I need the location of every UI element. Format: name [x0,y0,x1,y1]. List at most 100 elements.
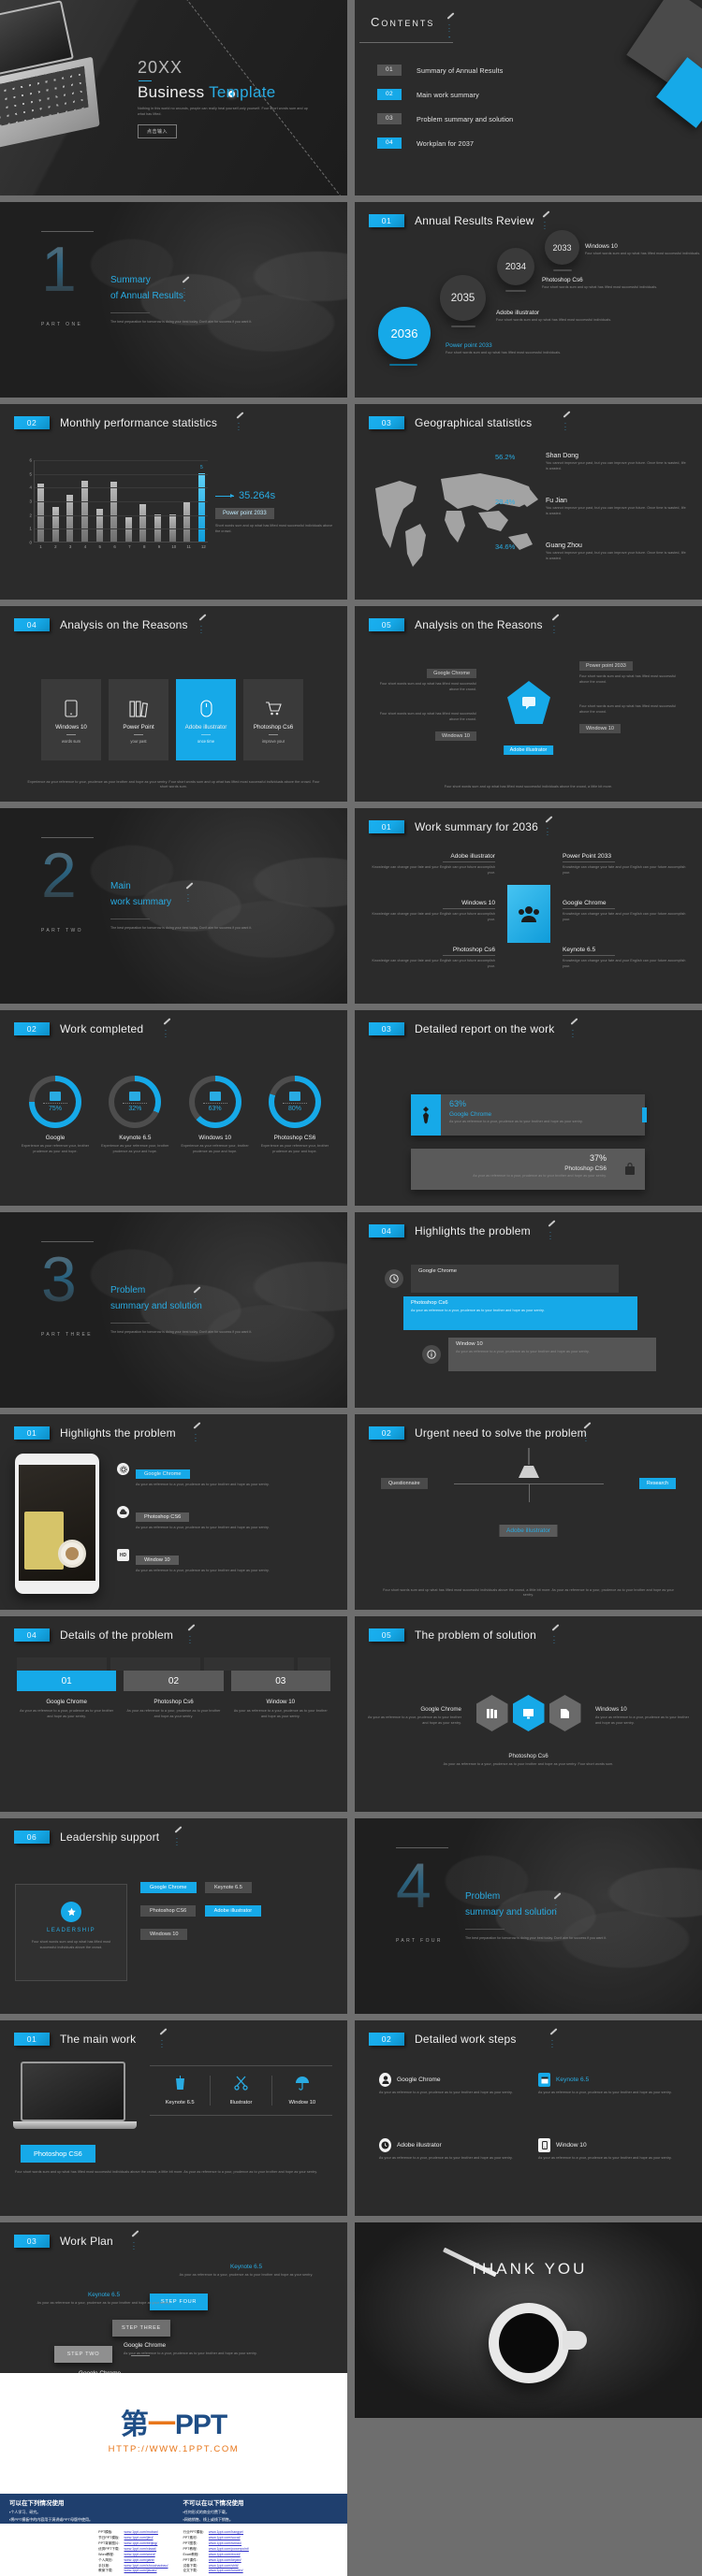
contents-item-2[interactable]: 02 Main work summary [377,82,611,107]
chart-bar[interactable] [154,514,161,542]
slide-reasons-cards[interactable]: 04 Analysis on the Reasons .: Windows 10… [0,606,347,802]
ws-name-3: Windows 10 [461,900,495,906]
ws-underline [443,908,495,909]
chart-bar[interactable] [110,482,118,542]
decor-dots: .: [195,1430,197,1444]
slide-detailed-steps[interactable]: 02 Detailed work steps .: Google Chrome … [355,2020,702,2216]
main-work-icon-2[interactable]: Illustrator [210,2076,271,2106]
reason-card-4[interactable]: Photoshop Cs6 improve your [243,679,303,760]
reason-tag-2[interactable]: Power point 2033 [579,661,633,671]
urgent-left-box[interactable]: Questionnaire [381,1478,428,1489]
donut-item[interactable]: 80% Photoshop CS6 Experience as your refer… [258,1076,331,1154]
step-item-1[interactable]: Google Chrome As your as reference to a … [379,2073,519,2096]
slide-geographical[interactable]: 03 Geographical statistics .: 56.2% Shan… [355,404,702,600]
slide-work-summary[interactable]: 01 Work summary for 2036 .: Adobe illust… [355,808,702,1004]
contents-item-1[interactable]: 01 Summary of Annual Results [377,58,611,82]
donut-item[interactable]: 63% Windows 10 Experience as your referenc… [179,1076,252,1154]
chart-bar[interactable]: 5 [197,465,205,542]
slide-thank-you[interactable]: THANK YOU [355,2222,702,2418]
reason-tag-4b[interactable]: Windows 10 [579,724,621,734]
donut-item[interactable]: 32% Keynote 6.5 Experience as your referen… [98,1076,171,1154]
reason-tag-3[interactable]: Windows 10 [435,731,476,742]
slide-highlights-phone[interactable]: 01 Highlights the problem .: Google Chro… [0,1414,347,1610]
contents-item-3[interactable]: 03 Problem summary and solution [377,107,611,131]
reason-card-3[interactable]: Adobe illustrator once time [176,679,236,760]
review-circle-2036[interactable]: 2036 [378,307,431,359]
report-row-2[interactable]: 37% Photoshop CS6 As your as reference t… [411,1149,645,1190]
plan-step-2[interactable]: STEP TWO [54,2346,112,2363]
reason-card-2[interactable]: Power Point your past [109,679,168,760]
hex-doc[interactable] [548,1695,581,1731]
phone-item-3[interactable]: HD Window 10 As your as reference to a y… [117,1549,321,1574]
slide-detailed-report[interactable]: 03 Detailed report on the work .: 63% Go… [355,1010,702,1206]
main-work-icon-3[interactable]: Window 10 [271,2076,332,2106]
slide-cover[interactable]: 20XX Business Template Nothing in this w… [0,0,347,195]
review-circle-2034[interactable]: 2034 [497,248,534,285]
report-row-1[interactable]: 63% Google Chrome As your as reference t… [411,1094,647,1136]
plan-step-3[interactable]: STEP THREE [112,2320,170,2337]
leadership-tag-4[interactable]: Adobe illustrator [204,1905,262,1917]
slide-annual-review[interactable]: 01 Annual Results Review .: 2033 Windows… [355,202,702,398]
slide-contents[interactable]: Contents .:- 01 Summary of Annual Result… [355,0,702,195]
slide-monthly-performance[interactable]: 02 Monthly performance statistics .: 012… [0,404,347,600]
step-item-2[interactable]: Keynote 6.5 As your as reference to a yo… [538,2073,679,2096]
reason-tag-active[interactable]: Adobe illustrator [503,745,554,755]
problem-col-2[interactable]: 02 Photoshop Cs6 As your as reference to… [124,1671,224,1719]
slide-problem-details[interactable]: 04 Details of the problem .: 01 Google C… [0,1616,347,1812]
reason-card-1[interactable]: Windows 10 words sum [41,679,101,760]
chart-bar[interactable] [80,481,88,542]
step-item-3[interactable]: Adobe illustrator As your as reference t… [379,2138,519,2162]
slide-work-completed[interactable]: 02 Work completed .: 75% Google Experience… [0,1010,347,1206]
leadership-tag-2[interactable]: Keynote 6.5 [204,1882,252,1893]
slide-section-four[interactable]: 4 PART FOUR Problem summary and solution… [355,1818,702,2014]
highlight-row-2[interactable]: Photoshop Cs6 As your as reference to a … [403,1296,637,1330]
highlight-row-1[interactable]: Google Chrome [385,1265,619,1293]
cover-button[interactable]: 点击输入 [138,123,178,138]
decor-dots: .: [133,2238,135,2252]
slide-reasons-pentagon[interactable]: 05 Analysis on the Reasons .: Google Chr… [355,606,702,802]
slide-section-three[interactable]: 3 PART THREE Problem summary and solutio… [0,1212,347,1408]
donut-item[interactable]: 75% Google Experience as your reference yo… [19,1076,92,1154]
phone-item-2[interactable]: Photoshop CS6 As your as reference to a … [117,1506,321,1531]
urgent-right-box[interactable]: Research [638,1478,676,1489]
urgent-center-box[interactable]: Adobe illustrator [499,1525,558,1537]
footer-link-url[interactable]: www.1ppt.com/jiaoan/ [124,2569,168,2574]
slide-main-work[interactable]: 01 The main work .: Keynote 6.5 Illustra… [0,2020,347,2216]
leadership-card-title: LEADERSHIP [46,1928,95,1933]
slide-problem-solution[interactable]: 05 The problem of solution .: Google Chr… [355,1616,702,1812]
hex-books[interactable] [475,1695,508,1731]
chart-bar[interactable] [168,514,176,542]
reason-item-3: Four short words sum and up what has lif… [375,712,476,742]
highlight-row-3[interactable]: Window 10 As your as reference to a your… [422,1338,656,1371]
chart-bar[interactable] [139,503,147,542]
slide-leadership[interactable]: 06 Leadership support .: LEADERSHIP Four… [0,1818,347,2014]
cover-year: 20XX [138,58,183,77]
chart-bar[interactable] [183,500,191,542]
slide-title: Analysis on the Reasons [60,618,188,631]
slide-highlights-list[interactable]: 04 Highlights the problem .: Google Chro… [355,1212,702,1408]
leadership-tag-1[interactable]: Google Chrome [140,1882,197,1893]
chart-bar[interactable] [95,508,103,542]
chart-bar[interactable] [37,484,44,542]
hex-monitor[interactable] [512,1695,545,1731]
main-work-icon-1[interactable]: Keynote 6.5 [150,2076,210,2106]
leadership-tag-3[interactable]: Photoshop CS6 [140,1905,197,1917]
slide-header: 04 Highlights the problem [369,1224,531,1237]
chart-bar[interactable] [51,507,59,542]
problem-col-1[interactable]: 01 Google Chrome As your as reference to… [17,1671,117,1719]
slide-section-one[interactable]: 1 PART ONE Summary of Annual Results .:-… [0,202,347,398]
step-item-4[interactable]: Window 10 As your as reference to a your… [538,2138,679,2162]
review-circle-2035[interactable]: 2035 [440,275,486,321]
review-circle-2033[interactable]: 2033 [545,230,579,265]
problem-col-3[interactable]: 03 Window 10 As your as reference to a y… [230,1671,330,1719]
phone-item-1[interactable]: Google Chrome As your as reference to a … [117,1463,321,1488]
brand-url[interactable]: HTTP://WWW.1PPT.COM [0,2444,347,2454]
footer-link-url[interactable]: www.1ppt.com/powerpoint/ [209,2547,249,2553]
reason-tag-1[interactable]: Google Chrome [427,669,476,678]
slide-urgent[interactable]: 02 Urgent need to solve the problem .: Q… [355,1414,702,1610]
footer-link-url[interactable]: www.1ppt.com/lunwen/ [209,2569,249,2574]
main-work-tag[interactable]: Photoshop CS6 [21,2145,95,2163]
contents-item-4[interactable]: 04 Workplan for 2037 [377,131,611,155]
leadership-tag-5[interactable]: Windows 10 [140,1929,188,1940]
slide-section-two[interactable]: 2 PART TWO Main work summary .: The best… [0,808,347,1004]
